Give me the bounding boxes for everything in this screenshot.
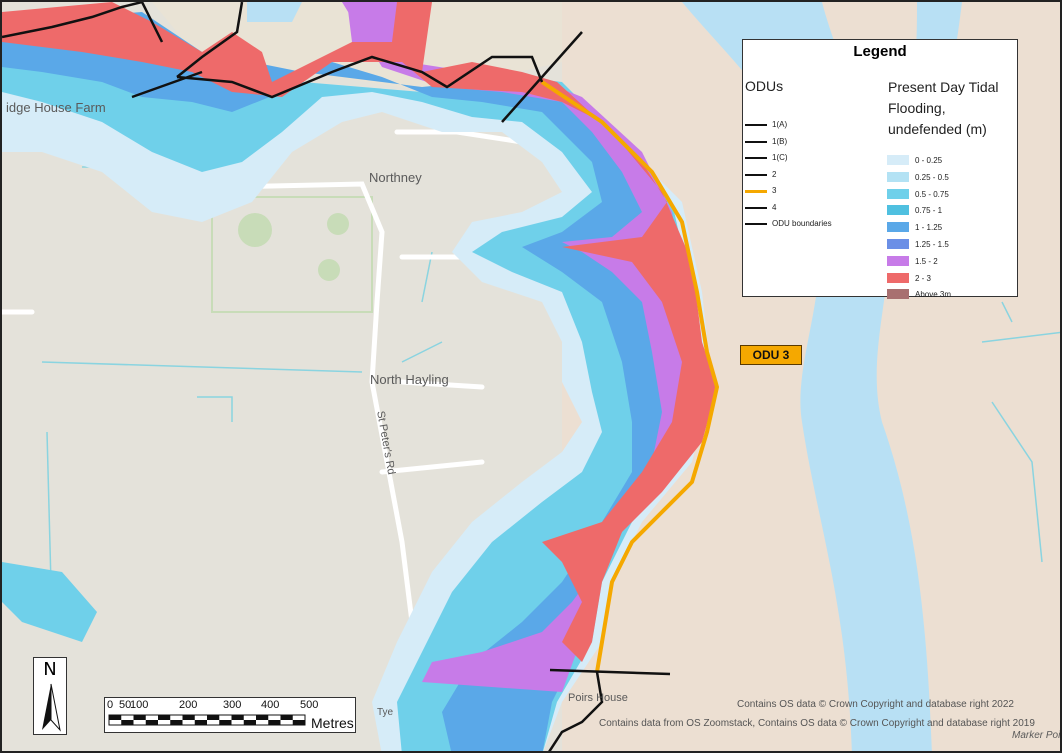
legend-odu-label: 2	[772, 169, 777, 179]
flood-pink-top	[347, 2, 397, 42]
flood-map[interactable]: idge House Farm Northney North Hayling S…	[0, 0, 1062, 753]
legend-odu-label: 4	[772, 202, 777, 212]
legend-flood-swatch	[887, 222, 909, 233]
legend-odu-swatch	[745, 124, 767, 126]
legend-flood-swatch	[887, 188, 909, 199]
scale-block	[158, 715, 171, 720]
legend-odu-heading: ODUs	[745, 78, 784, 94]
legend-flood-label: 1.5 - 2	[915, 256, 938, 266]
legend-odu-swatch	[745, 157, 767, 159]
legend-odu-label: 1(A)	[772, 120, 788, 129]
attribution-line-1: Contains OS data © Crown Copyright and d…	[737, 699, 1014, 710]
place-label-poirs-house: Poirs House	[568, 692, 628, 704]
scale-block	[280, 715, 293, 720]
scale-block	[109, 715, 122, 720]
legend-flood-swatch	[887, 289, 909, 300]
legend-flood-label: 0 - 0.25	[915, 156, 943, 165]
scale-block	[145, 720, 158, 725]
field-green	[318, 259, 340, 281]
north-arrow-icon	[42, 683, 61, 732]
legend-flood-label: 2 - 3	[915, 273, 932, 283]
odu-3-tag: ODU 3	[740, 345, 802, 365]
legend-flood-heading: Present Day Tidal Flooding, undefended (…	[888, 79, 999, 137]
place-label-farm: idge House Farm	[6, 100, 106, 115]
legend-odu-label: 1(B)	[772, 136, 788, 146]
legend-flood-label: Above 3m	[915, 290, 952, 300]
legend-odu-swatch	[745, 206, 767, 209]
scale-block	[292, 720, 305, 725]
legend-flood-swatch	[887, 171, 909, 182]
legend-flood-swatch	[887, 272, 909, 283]
legend-odu-swatch	[745, 173, 767, 176]
attribution-line-2: Contains data from OS Zoomstack, Contain…	[599, 718, 1035, 729]
scale-block	[219, 720, 232, 725]
legend-title: Legend	[853, 43, 907, 60]
legend-odu-label: 3	[772, 186, 777, 195]
place-label-tye: Tye	[377, 707, 394, 718]
field-green	[327, 213, 349, 235]
scale-block	[268, 720, 281, 725]
scale-block	[133, 715, 146, 720]
legend-flood-label: 0.75 - 1	[915, 206, 943, 216]
legend-flood-swatch	[887, 205, 909, 216]
legend-flood-swatch	[887, 255, 909, 266]
scale-block	[170, 720, 183, 725]
legend-flood-swatch	[887, 155, 909, 165]
legend-flood-swatch	[887, 239, 909, 249]
field-green	[238, 213, 272, 247]
legend-odu-swatch	[745, 223, 767, 225]
place-label-north-hayling: North Hayling	[370, 372, 449, 387]
scale-block	[243, 720, 256, 725]
legend-flood-label: 0.25 - 0.5	[915, 172, 949, 182]
legend-flood-label: 1.25 - 1.5	[915, 240, 949, 249]
legend-odu-swatch	[745, 140, 767, 143]
scale-block	[121, 720, 134, 725]
legend-flood-label: 0.5 - 0.75	[915, 189, 949, 199]
place-label-marker-point: Marker Poi	[1012, 730, 1061, 741]
scale-bar: 0 50 100 200 300 400 500 Metres	[104, 697, 356, 733]
place-label-northney: Northney	[369, 170, 422, 185]
legend-flood-label: 1 - 1.25	[915, 223, 943, 233]
scale-block	[256, 715, 269, 720]
legend-odu-label: ODU boundaries	[772, 219, 832, 228]
scale-block	[194, 720, 207, 725]
north-arrow: N	[33, 657, 67, 735]
scale-unit: Metres	[311, 715, 354, 731]
legend-odu-label: 1(C)	[772, 153, 788, 162]
legend-panel: Legend ODUs Present Day Tidal Flooding, …	[742, 39, 1018, 300]
scale-block	[182, 715, 195, 720]
legend-odu-swatch	[745, 190, 767, 193]
scale-block	[207, 715, 220, 720]
scale-block	[231, 715, 244, 720]
